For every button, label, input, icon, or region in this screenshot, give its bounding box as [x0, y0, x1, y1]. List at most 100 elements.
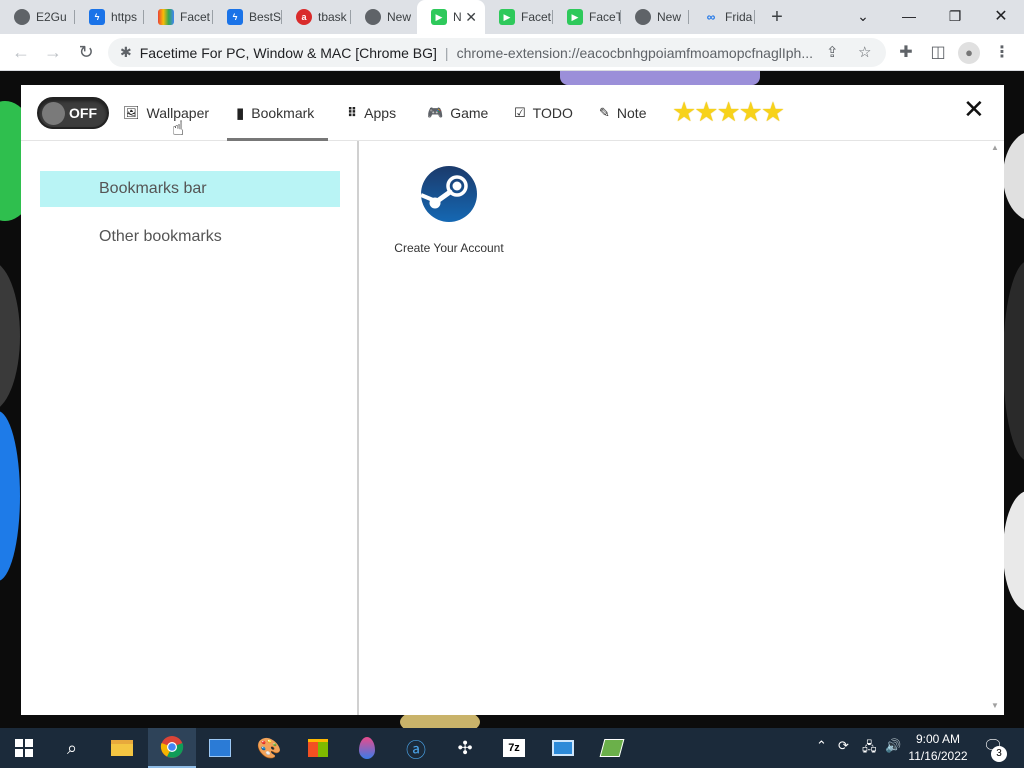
- extension-icon: ✱: [120, 44, 132, 60]
- clock-time: 9:00 AM: [915, 732, 961, 746]
- toggle-knob: [42, 102, 65, 125]
- tab-search-button[interactable]: ⌄: [840, 0, 886, 32]
- bg-shape: [0, 261, 20, 411]
- sidebar-item-other-bookmarks[interactable]: Other bookmarks: [40, 219, 340, 255]
- photos-icon[interactable]: [196, 728, 244, 768]
- bookmark-star-icon[interactable]: ☆: [858, 38, 871, 67]
- bookmark-grid: Create Your Account: [361, 141, 987, 715]
- nav-bookmark[interactable]: ▮ Bookmark: [236, 103, 314, 123]
- scroll-up-icon[interactable]: ▲: [991, 143, 999, 152]
- minimize-button[interactable]: —: [886, 0, 932, 32]
- page-title: Facetime For PC, Window & MAC [Chrome BG…: [139, 44, 437, 61]
- nav-todo[interactable]: ☑ TODO: [514, 103, 573, 123]
- note-icon: ✎: [599, 105, 610, 120]
- star-icon: ★: [694, 97, 718, 127]
- toggle-label: OFF: [69, 105, 97, 121]
- chevron-up-icon[interactable]: ⌃: [816, 738, 827, 754]
- tab-facet-2[interactable]: ▶ Facet: [485, 0, 553, 34]
- edge-dev-icon[interactable]: [343, 728, 391, 768]
- ask-icon: a: [296, 9, 312, 25]
- nav-label: TODO: [532, 105, 573, 121]
- tab-new-2[interactable]: New: [621, 0, 689, 34]
- network-icon[interactable]: 🖧: [862, 738, 877, 760]
- nav-wallpaper[interactable]: 🖼 Wallpaper: [123, 103, 209, 123]
- bg-shape: [1003, 491, 1024, 611]
- tab-frida[interactable]: ∞ Frida: [689, 0, 755, 34]
- tab-title: Facet: [521, 10, 552, 24]
- nav-apps[interactable]: ⠿ Apps: [347, 103, 396, 123]
- lightning-icon: ϟ: [89, 9, 105, 25]
- reload-button[interactable]: ↻: [75, 42, 97, 64]
- tab-tbask[interactable]: a tbask: [282, 0, 351, 34]
- tab-facet-1[interactable]: Facet: [144, 0, 213, 34]
- windows-icon: [15, 739, 33, 757]
- tab-https[interactable]: ϟ https: [75, 0, 144, 34]
- hand-cursor-icon: ☝: [172, 118, 185, 140]
- nav-game[interactable]: 🎮 Game: [427, 103, 488, 123]
- browser-toolbar: ← → ↻ ✱ Facetime For PC, Window & MAC [C…: [0, 34, 1024, 71]
- system-clock[interactable]: 9:00 AM 11/16/2022: [905, 731, 971, 765]
- bookmark-icon: ▮: [236, 105, 245, 122]
- tab-facet-3[interactable]: ▶ FaceT: [553, 0, 621, 34]
- paint-icon[interactable]: 🎨: [245, 728, 293, 768]
- tab-title: Facet: [180, 10, 211, 24]
- search-icon[interactable]: ⌕: [48, 728, 96, 768]
- file-explorer-icon[interactable]: [98, 728, 146, 768]
- link-icon: ∞: [706, 10, 716, 24]
- menu-icon[interactable]: ⋮: [991, 42, 1013, 64]
- tab-title: tbask: [318, 10, 347, 24]
- nav-note[interactable]: ✎ Note: [599, 103, 646, 123]
- tab-e2gu[interactable]: E2Gu: [0, 0, 75, 34]
- tab-title: New: [387, 10, 412, 24]
- bg-shape: [0, 411, 20, 581]
- star-icon: ★: [760, 97, 785, 127]
- color-wheel-icon: [158, 9, 174, 25]
- tab-active[interactable]: ▶ N ✕: [417, 0, 485, 34]
- address-bar[interactable]: ✱ Facetime For PC, Window & MAC [Chrome …: [108, 38, 886, 67]
- sync-icon[interactable]: ⟳: [838, 738, 849, 754]
- alexa-icon[interactable]: ⓐ: [392, 728, 440, 768]
- tab-title: FaceT: [589, 10, 621, 24]
- side-panel-icon[interactable]: ◫: [927, 42, 949, 64]
- sidebar-item-bookmarks-bar[interactable]: Bookmarks bar: [40, 171, 340, 207]
- facetime-icon: ▶: [567, 9, 583, 25]
- windows-taskbar: ⌕ 🎨 ⓐ ✣ 7z ⌃ ⟳ 🖧 🔊 9:00 AM 11/16/2022 🗨 …: [0, 728, 1024, 768]
- start-button[interactable]: [0, 728, 48, 768]
- bg-shape: [1003, 261, 1024, 461]
- chrome-taskbar-icon[interactable]: [148, 728, 196, 768]
- forward-button[interactable]: →: [42, 42, 64, 64]
- tab-new-1[interactable]: New: [351, 0, 417, 34]
- sheets-app-icon[interactable]: [588, 728, 636, 768]
- close-window-button[interactable]: ✕: [978, 0, 1024, 32]
- volume-icon[interactable]: 🔊: [885, 738, 901, 754]
- tab-title: Frida: [725, 10, 753, 24]
- remote-desktop-icon[interactable]: [539, 728, 587, 768]
- facetime-icon: ▶: [499, 9, 515, 25]
- tab-bests[interactable]: ϟ BestS: [213, 0, 282, 34]
- clock-date: 11/16/2022: [908, 749, 968, 763]
- sidebar-item-label: Bookmarks bar: [99, 180, 207, 197]
- close-tab-icon[interactable]: ✕: [465, 9, 477, 25]
- close-panel-button[interactable]: ✕: [963, 95, 985, 123]
- share-icon[interactable]: ⇪: [826, 38, 839, 67]
- star-icon: ★: [672, 97, 696, 127]
- restore-button[interactable]: ❐: [932, 0, 978, 32]
- new-tab-button[interactable]: +: [766, 6, 788, 28]
- scroll-down-icon[interactable]: ▼: [991, 701, 999, 710]
- store-icon[interactable]: [294, 728, 342, 768]
- tab-strip: E2Gu ϟ https Facet ϟ BestS a tbask New ▶…: [0, 0, 1024, 34]
- extensions-icon[interactable]: ✚: [895, 42, 917, 64]
- bookmark-folders: Bookmarks bar Other bookmarks: [21, 141, 359, 715]
- rating-stars[interactable]: ★★★★★: [672, 97, 785, 128]
- scrollbar[interactable]: ▲ ▼: [987, 141, 1004, 715]
- profile-avatar[interactable]: ●: [958, 42, 980, 64]
- checklist-icon: ☑: [514, 105, 526, 120]
- back-button[interactable]: ←: [10, 42, 32, 64]
- steam-icon: [420, 165, 478, 223]
- panel-header: OFF 🖼 Wallpaper ▮ Bookmark ⠿ Apps 🎮 Game…: [21, 85, 1004, 141]
- 7zip-icon[interactable]: 7z: [490, 728, 538, 768]
- star-icon: ★: [716, 97, 740, 127]
- network-app-icon[interactable]: ✣: [441, 728, 489, 768]
- on-off-toggle[interactable]: OFF: [37, 97, 109, 129]
- bookmark-tile[interactable]: Create Your Account: [389, 165, 509, 255]
